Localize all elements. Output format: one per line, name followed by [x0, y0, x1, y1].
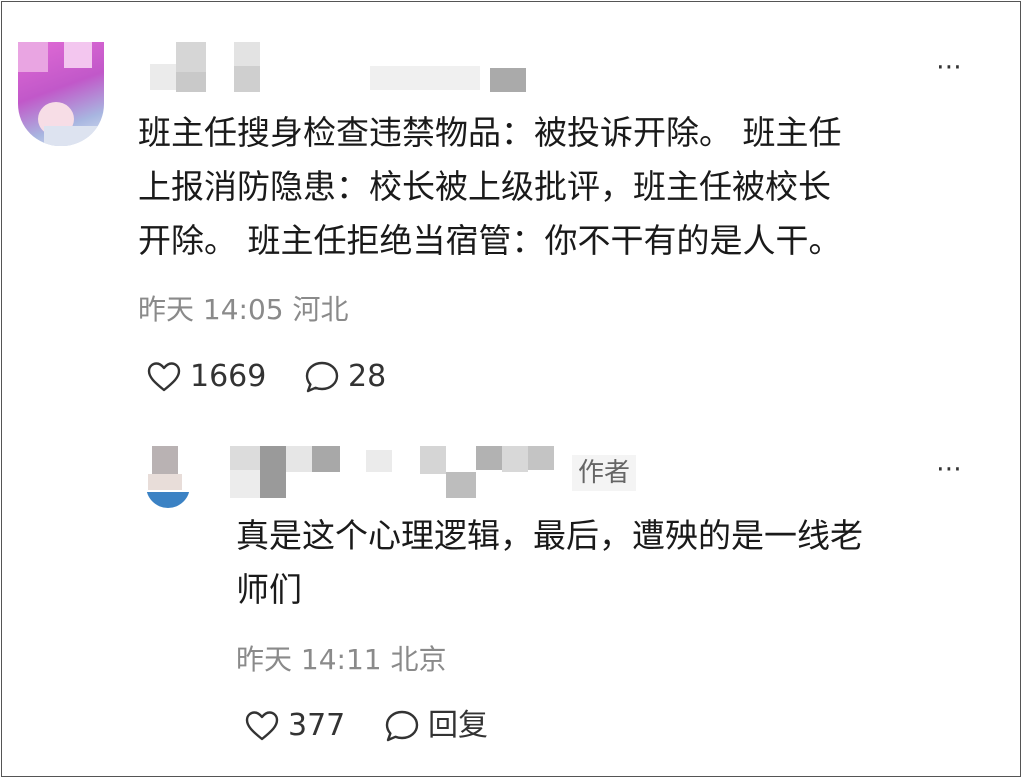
heart-outline-icon: [245, 711, 279, 741]
speech-bubble-icon: [305, 361, 339, 393]
comment-time: 昨天 14:05: [138, 293, 284, 326]
reply-meta: 昨天 14:11 北京: [236, 640, 447, 680]
reply-label: 回复: [428, 708, 488, 743]
reply-button[interactable]: 回复: [384, 706, 488, 746]
like-button[interactable]: 377: [244, 706, 345, 746]
speech-bubble-icon: [385, 710, 419, 742]
comment-meta: 昨天 14:05 河北: [138, 290, 349, 330]
reply-time: 昨天 14:11: [236, 643, 382, 676]
heart-outline-icon: [147, 362, 181, 392]
blurred-username[interactable]: [150, 42, 530, 98]
reply-text: 真是这个心理逻辑，最后，遭殃的是一线老 师们: [236, 516, 863, 609]
comment-location: 河北: [292, 293, 349, 326]
like-button[interactable]: 1669: [146, 357, 266, 397]
avatar[interactable]: [146, 446, 190, 508]
like-count: 377: [288, 708, 346, 743]
comment-count: 28: [348, 359, 387, 394]
comment-text: 班主任搜身检查违禁物品：被投诉开除。 班主任 上报消防隐患：校长被上级批评，班主…: [138, 113, 842, 260]
author-badge: 作者: [572, 455, 637, 491]
more-horizontal-icon[interactable]: ⋯: [936, 54, 965, 80]
blurred-username[interactable]: [230, 446, 560, 502]
avatar[interactable]: [18, 42, 104, 146]
comment-button[interactable]: 28: [304, 357, 386, 397]
like-count: 1669: [190, 359, 267, 394]
more-horizontal-icon[interactable]: ⋯: [936, 456, 965, 482]
reply-location: 北京: [390, 643, 447, 676]
